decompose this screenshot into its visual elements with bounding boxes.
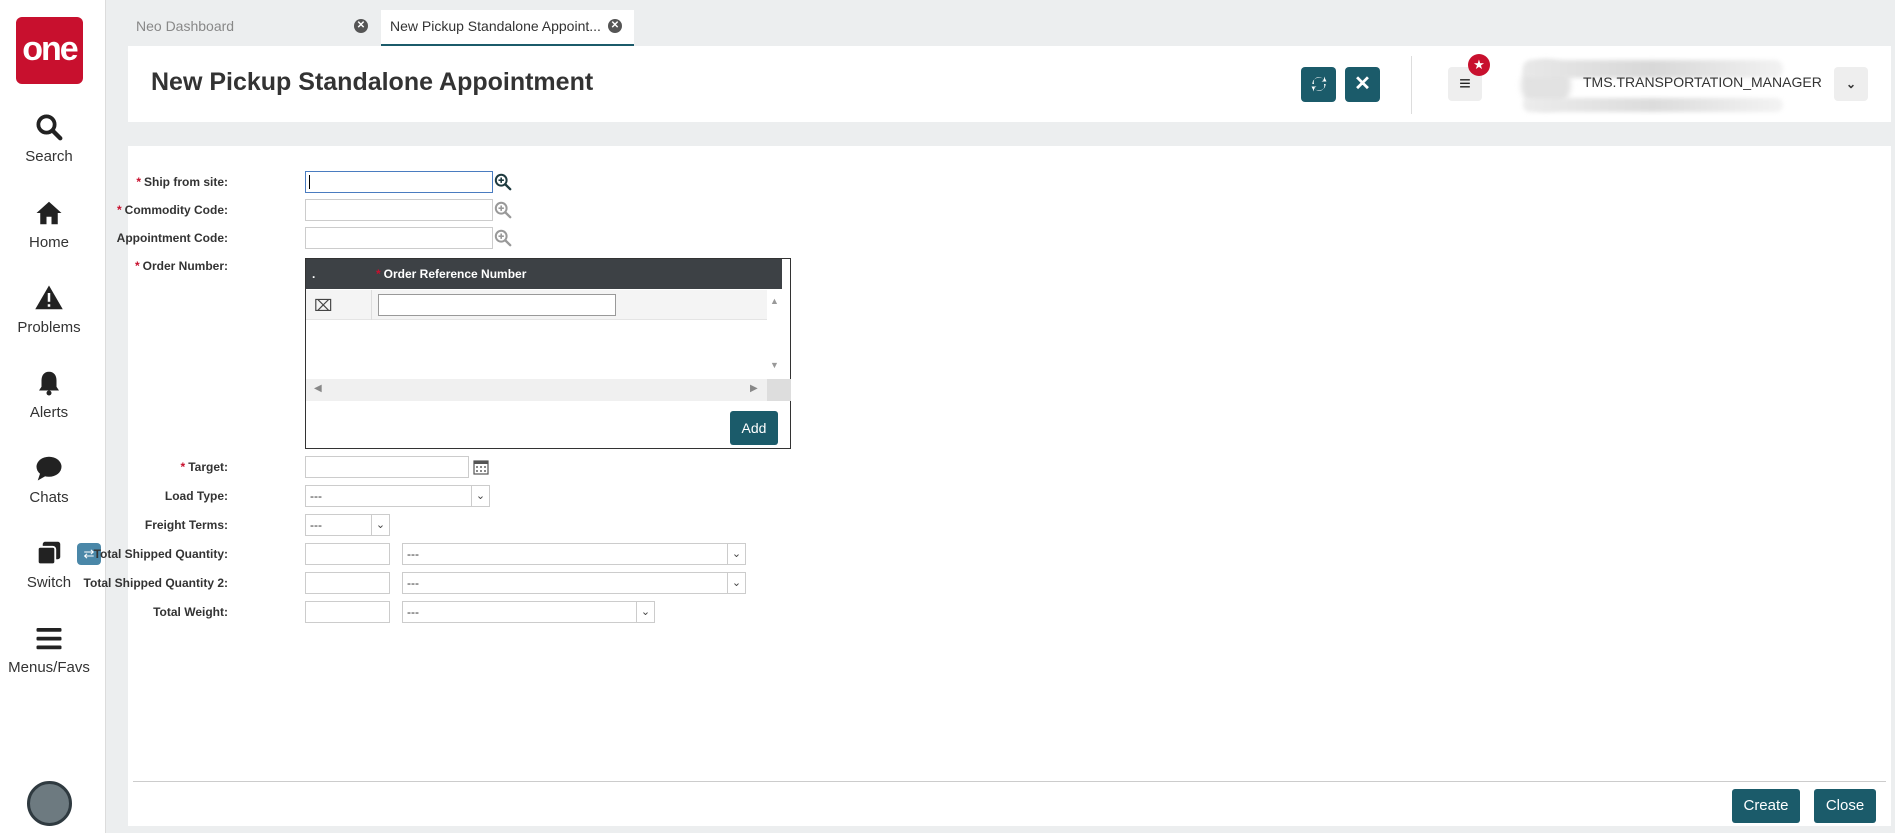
search-icon	[0, 112, 98, 144]
total-weight-input[interactable]	[305, 601, 390, 623]
target-label: * Target:	[180, 460, 228, 474]
tab-new-pickup-appointment[interactable]: New Pickup Standalone Appoint... ✕	[381, 10, 634, 46]
star-icon[interactable]: ★	[1468, 54, 1490, 76]
nav-item-alerts[interactable]: Alerts	[0, 368, 98, 421]
freight-terms-label: Freight Terms:	[144, 518, 228, 532]
scroll-right-icon[interactable]: ▶	[750, 383, 758, 394]
user-role: TMS.TRANSPORTATION_MANAGER	[1583, 74, 1822, 90]
tab-label: Neo Dashboard	[136, 18, 235, 34]
close-page-button[interactable]: ✕	[1345, 67, 1380, 102]
nav-label: Problems	[17, 319, 81, 336]
select-value: ---	[310, 489, 322, 503]
load-type-select[interactable]: --- ⌄	[305, 485, 490, 507]
appointment-code-input[interactable]	[305, 227, 493, 249]
calendar-icon[interactable]	[473, 459, 489, 475]
create-button[interactable]: Create	[1732, 789, 1800, 823]
ship-from-site-input[interactable]	[305, 171, 493, 193]
select-value: ---	[407, 547, 419, 561]
vertical-scrollbar[interactable]: ▲ ▼	[767, 290, 782, 379]
chat-icon	[0, 453, 98, 485]
total-shipped-quantity-2-uom-select[interactable]: --- ⌄	[402, 572, 746, 594]
nav-item-search[interactable]: Search	[0, 112, 98, 165]
refresh-button[interactable]	[1301, 67, 1336, 102]
scroll-left-icon[interactable]: ◀	[314, 383, 322, 394]
tab-neo-dashboard[interactable]: Neo Dashboard ✕	[127, 10, 380, 46]
order-number-grid: . * Order Reference Number ⌧ ▲ ▼ ◀ ▶ Add	[305, 258, 791, 449]
nav-item-menus-favs[interactable]: Menus/Favs	[0, 623, 98, 676]
form-panel: * Ship from site: * Commodity Code: Appoin…	[84, 146, 1891, 826]
chevron-down-icon: ⌄	[727, 573, 745, 593]
hamburger-icon: ≡	[1459, 73, 1471, 95]
nav-item-chats[interactable]: Chats	[0, 453, 98, 506]
remove-row-icon[interactable]: ⌧	[314, 296, 332, 316]
nav-label: Alerts	[29, 404, 69, 421]
page-title: New Pickup Standalone Appointment	[151, 68, 594, 96]
horizontal-scrollbar[interactable]: ◀ ▶	[306, 379, 791, 401]
nav-label: Switch	[26, 574, 72, 591]
left-nav: one Search Home Problems Alerts Chats Sw…	[0, 0, 106, 833]
target-date-input[interactable]	[305, 456, 469, 478]
user-avatar[interactable]	[27, 781, 72, 826]
nav-label: Chats	[29, 489, 69, 506]
chevron-down-icon: ⌄	[636, 602, 654, 622]
close-icon[interactable]: ✕	[608, 19, 622, 33]
nav-item-home[interactable]: Home	[0, 198, 98, 251]
bell-icon	[0, 368, 98, 400]
refresh-icon	[1311, 76, 1326, 92]
chevron-down-icon: ⌄	[1845, 77, 1857, 91]
close-icon[interactable]: ✕	[354, 19, 368, 33]
scroll-up-icon[interactable]: ▲	[770, 296, 779, 306]
total-shipped-quantity-uom-select[interactable]: --- ⌄	[402, 543, 746, 565]
close-button[interactable]: Close	[1814, 789, 1876, 823]
user-menu-button[interactable]: ⌄	[1834, 67, 1868, 101]
page-header: New Pickup Standalone Appointment ✕ ≡ ★ …	[128, 46, 1891, 122]
nav-label: Home	[28, 234, 69, 251]
scroll-corner	[767, 379, 791, 401]
order-reference-input[interactable]	[378, 294, 616, 316]
chevron-down-icon: ⌄	[371, 515, 389, 535]
total-shipped-quantity-2-input[interactable]	[305, 572, 390, 594]
nav-item-problems[interactable]: Problems	[0, 283, 98, 336]
grid-col-select: .	[312, 267, 316, 281]
divider	[371, 290, 372, 320]
scroll-down-icon[interactable]: ▼	[770, 360, 779, 370]
home-icon	[0, 198, 98, 230]
grid-col-order-ref[interactable]: * Order Reference Number	[376, 267, 526, 281]
lookup-icon[interactable]	[494, 229, 512, 247]
lookup-icon[interactable]	[494, 201, 512, 219]
total-shipped-quantity-2-label: Total Shipped Quantity 2:	[83, 576, 228, 590]
select-value: ---	[310, 518, 322, 532]
hamburger-icon	[0, 623, 98, 655]
lookup-icon[interactable]	[494, 173, 512, 191]
select-value: ---	[407, 605, 419, 619]
table-row: ⌧	[306, 290, 767, 320]
tab-label: New Pickup Standalone Appoint...	[390, 18, 601, 34]
chevron-down-icon: ⌄	[471, 486, 489, 506]
commodity-code-label: * Commodity Code:	[116, 203, 228, 217]
total-shipped-quantity-input[interactable]	[305, 543, 390, 565]
add-row-button[interactable]: Add	[730, 411, 778, 445]
total-weight-uom-select[interactable]: --- ⌄	[402, 601, 655, 623]
commodity-code-input[interactable]	[305, 199, 493, 221]
user-org-redacted	[1523, 98, 1783, 112]
order-number-label: * Order Number:	[134, 259, 228, 273]
select-value: ---	[407, 576, 419, 590]
app-logo[interactable]: one	[16, 17, 83, 84]
appointment-code-label: Appointment Code:	[116, 231, 228, 245]
load-type-label: Load Type:	[164, 489, 228, 503]
total-weight-label: Total Weight:	[153, 605, 228, 619]
ship-from-site-label: * Ship from site:	[136, 175, 228, 189]
total-shipped-quantity-label: Total Shipped Quantity:	[93, 547, 228, 561]
nav-label: Menus/Favs	[8, 659, 90, 676]
divider	[133, 781, 1886, 782]
close-icon: ✕	[1354, 73, 1371, 95]
divider	[1411, 56, 1412, 114]
chevron-down-icon: ⌄	[727, 544, 745, 564]
warning-icon	[0, 283, 98, 315]
nav-label: Search	[25, 148, 73, 165]
freight-terms-select[interactable]: --- ⌄	[305, 514, 390, 536]
grid-header: . * Order Reference Number	[306, 259, 782, 289]
